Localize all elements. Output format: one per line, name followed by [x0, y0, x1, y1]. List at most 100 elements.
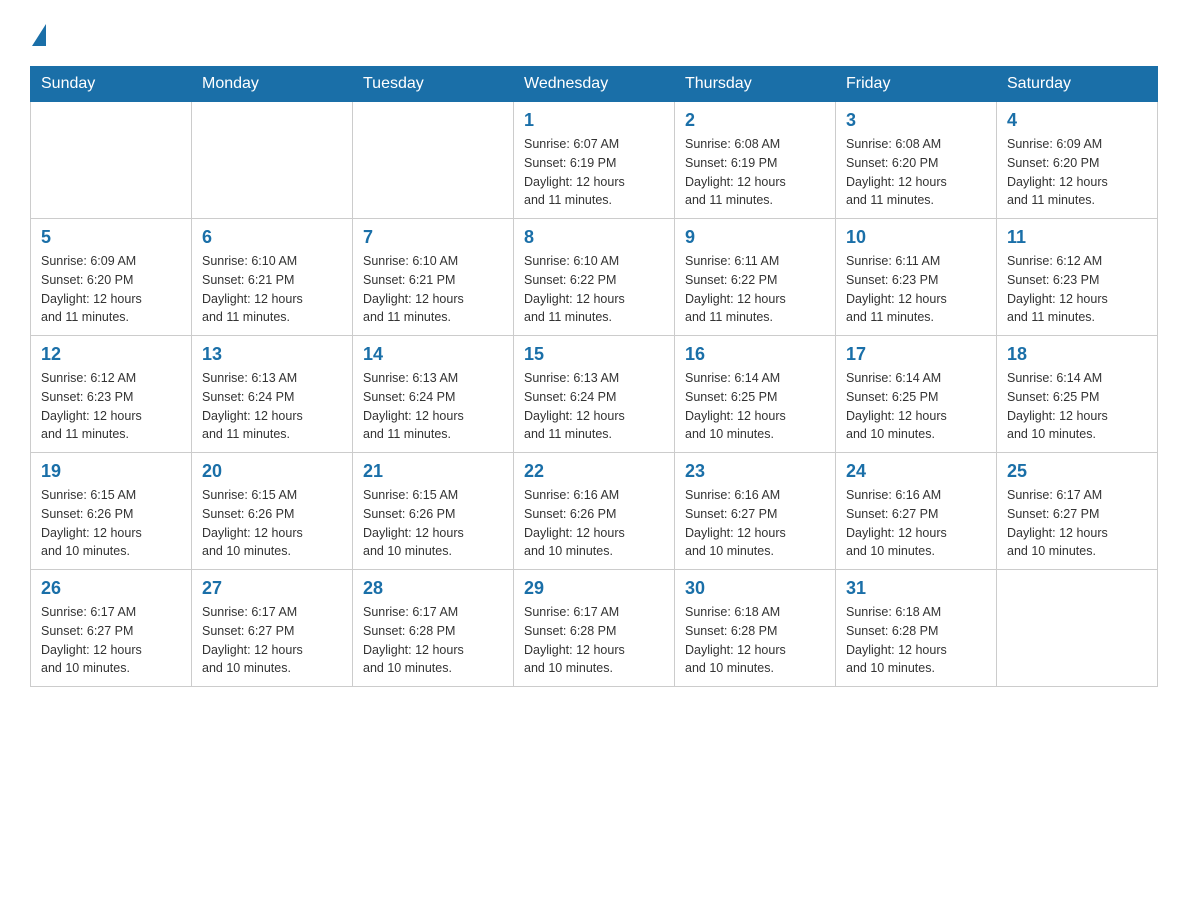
day-info: Sunrise: 6:12 AMSunset: 6:23 PMDaylight:…	[41, 369, 181, 444]
calendar-cell: 1Sunrise: 6:07 AMSunset: 6:19 PMDaylight…	[514, 102, 675, 219]
day-info: Sunrise: 6:16 AMSunset: 6:26 PMDaylight:…	[524, 486, 664, 561]
day-header-sunday: Sunday	[31, 67, 192, 102]
day-number: 9	[685, 227, 825, 248]
day-number: 5	[41, 227, 181, 248]
calendar-cell	[353, 102, 514, 219]
day-info: Sunrise: 6:10 AMSunset: 6:21 PMDaylight:…	[363, 252, 503, 327]
day-info: Sunrise: 6:13 AMSunset: 6:24 PMDaylight:…	[524, 369, 664, 444]
day-number: 21	[363, 461, 503, 482]
day-info: Sunrise: 6:08 AMSunset: 6:19 PMDaylight:…	[685, 135, 825, 210]
calendar-cell: 9 Sunrise: 6:11 AMSunset: 6:22 PMDaylight…	[675, 219, 836, 336]
day-info: Sunrise: 6:16 AMSunset: 6:27 PMDaylight:…	[846, 486, 986, 561]
day-number: 22	[524, 461, 664, 482]
calendar-cell: 2 Sunrise: 6:08 AMSunset: 6:19 PMDaylight…	[675, 102, 836, 219]
day-number: 20	[202, 461, 342, 482]
day-info: Sunrise: 6:12 AMSunset: 6:23 PMDaylight:…	[1007, 252, 1147, 327]
calendar-cell: 21 Sunrise: 6:15 AMSunset: 6:26 PMDayligh…	[353, 453, 514, 570]
calendar-cell: 20 Sunrise: 6:15 AMSunset: 6:26 PMDayligh…	[192, 453, 353, 570]
day-info: Sunrise: 6:14 AMSunset: 6:25 PMDaylight:…	[846, 369, 986, 444]
day-number: 30	[685, 578, 825, 599]
day-number: 2	[685, 110, 825, 131]
day-info: Sunrise: 6:11 AMSunset: 6:23 PMDaylight:…	[846, 252, 986, 327]
calendar-cell: 29 Sunrise: 6:17 AMSunset: 6:28 PMDayligh…	[514, 570, 675, 687]
day-info: Sunrise: 6:17 AMSunset: 6:27 PMDaylight:…	[202, 603, 342, 678]
day-number: 28	[363, 578, 503, 599]
day-number: 26	[41, 578, 181, 599]
calendar-cell	[31, 102, 192, 219]
calendar-header: SundayMondayTuesdayWednesdayThursdayFrid…	[31, 67, 1158, 102]
calendar-cell: 18Sunrise: 6:14 AMSunset: 6:25 PMDayligh…	[997, 336, 1158, 453]
day-info: Sunrise: 6:08 AMSunset: 6:20 PMDaylight:…	[846, 135, 986, 210]
day-number: 4	[1007, 110, 1147, 131]
days-of-week-row: SundayMondayTuesdayWednesdayThursdayFrid…	[31, 67, 1158, 102]
day-info: Sunrise: 6:17 AMSunset: 6:27 PMDaylight:…	[1007, 486, 1147, 561]
day-info: Sunrise: 6:18 AMSunset: 6:28 PMDaylight:…	[846, 603, 986, 678]
day-info: Sunrise: 6:15 AMSunset: 6:26 PMDaylight:…	[41, 486, 181, 561]
day-header-saturday: Saturday	[997, 67, 1158, 102]
day-header-wednesday: Wednesday	[514, 67, 675, 102]
calendar-cell: 30 Sunrise: 6:18 AMSunset: 6:28 PMDayligh…	[675, 570, 836, 687]
calendar-cell: 12 Sunrise: 6:12 AMSunset: 6:23 PMDayligh…	[31, 336, 192, 453]
calendar-table: SundayMondayTuesdayWednesdayThursdayFrid…	[30, 66, 1158, 687]
calendar-cell: 26 Sunrise: 6:17 AMSunset: 6:27 PMDayligh…	[31, 570, 192, 687]
day-number: 11	[1007, 227, 1147, 248]
week-row-3: 12 Sunrise: 6:12 AMSunset: 6:23 PMDayligh…	[31, 336, 1158, 453]
logo-triangle-icon	[32, 24, 46, 46]
day-info: Sunrise: 6:18 AMSunset: 6:28 PMDaylight:…	[685, 603, 825, 678]
calendar-cell: 11 Sunrise: 6:12 AMSunset: 6:23 PMDayligh…	[997, 219, 1158, 336]
day-number: 13	[202, 344, 342, 365]
calendar-cell: 8 Sunrise: 6:10 AMSunset: 6:22 PMDaylight…	[514, 219, 675, 336]
calendar-cell: 16 Sunrise: 6:14 AMSunset: 6:25 PMDayligh…	[675, 336, 836, 453]
day-number: 8	[524, 227, 664, 248]
day-number: 24	[846, 461, 986, 482]
day-number: 15	[524, 344, 664, 365]
calendar-cell: 3Sunrise: 6:08 AMSunset: 6:20 PMDaylight…	[836, 102, 997, 219]
logo-top	[30, 20, 48, 46]
day-number: 31	[846, 578, 986, 599]
calendar-cell: 4Sunrise: 6:09 AMSunset: 6:20 PMDaylight…	[997, 102, 1158, 219]
calendar-cell: 27Sunrise: 6:17 AMSunset: 6:27 PMDayligh…	[192, 570, 353, 687]
week-row-4: 19 Sunrise: 6:15 AMSunset: 6:26 PMDayligh…	[31, 453, 1158, 570]
day-info: Sunrise: 6:15 AMSunset: 6:26 PMDaylight:…	[363, 486, 503, 561]
day-info: Sunrise: 6:17 AMSunset: 6:28 PMDaylight:…	[363, 603, 503, 678]
calendar-cell: 19 Sunrise: 6:15 AMSunset: 6:26 PMDayligh…	[31, 453, 192, 570]
calendar-body: 1Sunrise: 6:07 AMSunset: 6:19 PMDaylight…	[31, 102, 1158, 687]
logo	[30, 20, 48, 46]
day-header-tuesday: Tuesday	[353, 67, 514, 102]
day-header-friday: Friday	[836, 67, 997, 102]
day-info: Sunrise: 6:13 AMSunset: 6:24 PMDaylight:…	[363, 369, 503, 444]
calendar-cell: 17 Sunrise: 6:14 AMSunset: 6:25 PMDayligh…	[836, 336, 997, 453]
day-number: 16	[685, 344, 825, 365]
calendar-cell: 28 Sunrise: 6:17 AMSunset: 6:28 PMDayligh…	[353, 570, 514, 687]
day-number: 19	[41, 461, 181, 482]
day-number: 7	[363, 227, 503, 248]
day-info: Sunrise: 6:10 AMSunset: 6:22 PMDaylight:…	[524, 252, 664, 327]
day-header-thursday: Thursday	[675, 67, 836, 102]
calendar-cell: 25Sunrise: 6:17 AMSunset: 6:27 PMDayligh…	[997, 453, 1158, 570]
day-number: 29	[524, 578, 664, 599]
calendar-cell: 7 Sunrise: 6:10 AMSunset: 6:21 PMDaylight…	[353, 219, 514, 336]
day-number: 14	[363, 344, 503, 365]
day-number: 1	[524, 110, 664, 131]
day-info: Sunrise: 6:17 AMSunset: 6:27 PMDaylight:…	[41, 603, 181, 678]
day-number: 23	[685, 461, 825, 482]
day-info: Sunrise: 6:14 AMSunset: 6:25 PMDaylight:…	[685, 369, 825, 444]
calendar-cell: 5Sunrise: 6:09 AMSunset: 6:20 PMDaylight…	[31, 219, 192, 336]
day-info: Sunrise: 6:13 AMSunset: 6:24 PMDaylight:…	[202, 369, 342, 444]
calendar-cell: 10 Sunrise: 6:11 AMSunset: 6:23 PMDayligh…	[836, 219, 997, 336]
day-info: Sunrise: 6:15 AMSunset: 6:26 PMDaylight:…	[202, 486, 342, 561]
day-info: Sunrise: 6:16 AMSunset: 6:27 PMDaylight:…	[685, 486, 825, 561]
day-number: 18	[1007, 344, 1147, 365]
calendar-cell: 23 Sunrise: 6:16 AMSunset: 6:27 PMDayligh…	[675, 453, 836, 570]
calendar-cell	[192, 102, 353, 219]
day-number: 17	[846, 344, 986, 365]
day-header-monday: Monday	[192, 67, 353, 102]
week-row-1: 1Sunrise: 6:07 AMSunset: 6:19 PMDaylight…	[31, 102, 1158, 219]
day-number: 12	[41, 344, 181, 365]
day-number: 10	[846, 227, 986, 248]
day-info: Sunrise: 6:17 AMSunset: 6:28 PMDaylight:…	[524, 603, 664, 678]
calendar-cell: 13 Sunrise: 6:13 AMSunset: 6:24 PMDayligh…	[192, 336, 353, 453]
calendar-cell: 31 Sunrise: 6:18 AMSunset: 6:28 PMDayligh…	[836, 570, 997, 687]
day-info: Sunrise: 6:11 AMSunset: 6:22 PMDaylight:…	[685, 252, 825, 327]
page-header	[30, 20, 1158, 46]
